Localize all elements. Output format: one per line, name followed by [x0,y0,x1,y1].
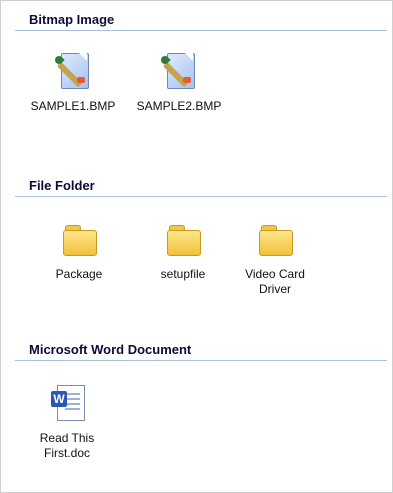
file-item-sample2[interactable]: SAMPLE2.BMP [129,51,229,114]
bitmap-file-icon [53,51,93,91]
file-item-read-this-first[interactable]: W Read This First.doc [27,383,107,461]
file-name: Read This First.doc [39,431,95,460]
folder-item-video-card-driver[interactable]: Video Card Driver [235,219,315,297]
folder-icon [163,219,203,259]
folder-item-package[interactable]: Package [29,219,129,282]
folder-icon [255,219,295,259]
group-header-file-folder[interactable]: File Folder [15,175,387,197]
word-badge: W [51,391,67,407]
folder-name: Package [55,267,103,281]
folder-icon [59,219,99,259]
file-item-sample1[interactable]: SAMPLE1.BMP [23,51,123,114]
folder-name: setupfile [160,267,206,281]
word-document-icon: W [47,383,87,423]
group-header-label: Microsoft Word Document [29,342,192,357]
file-list-pane: Bitmap Image SAMPLE1.BMP SAMPLE2.BMP Fil… [0,0,393,493]
group-header-microsoft-word-document[interactable]: Microsoft Word Document [15,339,387,361]
bitmap-file-icon [159,51,199,91]
group-header-bitmap-image[interactable]: Bitmap Image [15,9,387,31]
folder-name: Video Card Driver [245,267,305,296]
file-name: SAMPLE1.BMP [30,99,116,113]
group-header-label: File Folder [29,178,95,193]
folder-item-setupfile[interactable]: setupfile [133,219,233,282]
group-header-label: Bitmap Image [29,12,115,27]
file-name: SAMPLE2.BMP [136,99,222,113]
